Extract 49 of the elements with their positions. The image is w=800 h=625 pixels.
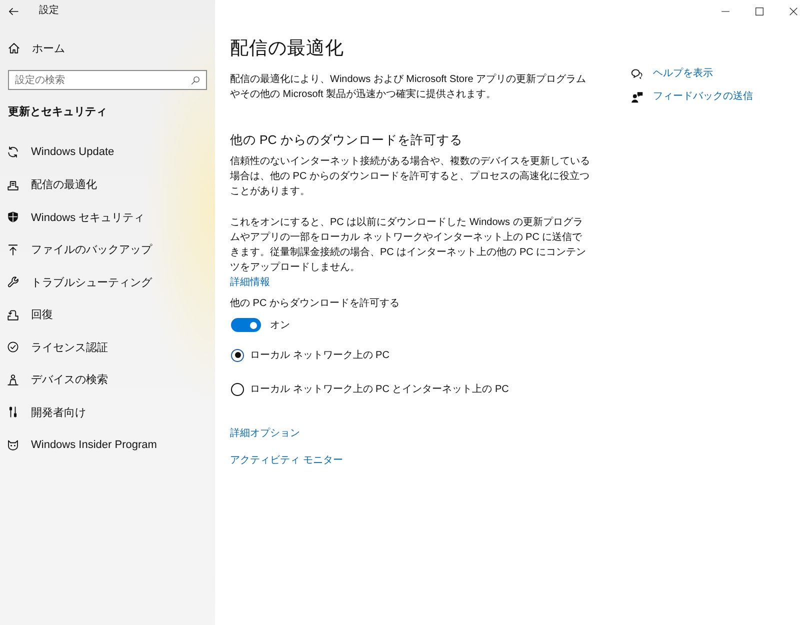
check-circle-icon bbox=[7, 341, 19, 354]
sidebar-item[interactable]: デバイスの検索 bbox=[0, 364, 114, 396]
tray-box-icon bbox=[7, 178, 19, 191]
help-link[interactable]: ヘルプを表示 bbox=[630, 65, 713, 83]
radio-button[interactable] bbox=[231, 382, 244, 396]
sidebar-item[interactable]: ライセンス認証 bbox=[0, 331, 114, 364]
radio-label[interactable]: ローカル ネットワーク上の PC とインターネット上の PC bbox=[250, 382, 509, 396]
toggle-state-label: オン bbox=[270, 318, 290, 332]
search-field[interactable]: 設定の検索 bbox=[8, 70, 207, 90]
person-speech-icon bbox=[631, 91, 643, 103]
section-heading: 更新とセキュリティ bbox=[7, 104, 107, 120]
description-text: 信頼性のないインターネット接続がある場合や、複数のデバイスを更新している場合は、他の PC からのダウンロードを許可すると、プロセスの高速化に役立つことがあります。 bbox=[230, 154, 590, 199]
sidebar-item[interactable]: ファイルのバックアップ bbox=[0, 234, 158, 266]
search-icon bbox=[191, 76, 200, 84]
sidebar-item[interactable]: Windows Insider Program bbox=[0, 428, 163, 461]
toggle-label: 他の PC からダウンロードを許可する bbox=[230, 296, 400, 311]
sidebar-item[interactable]: 配信の最適化 bbox=[0, 168, 103, 201]
description-text: 配信の最適化により、Windows および Microsoft Store アプリの更新プログラムやその他の Microsoft 製品が迅速かつ確実に提供されます。 bbox=[230, 72, 588, 102]
sidebar-item[interactable]: トラブルシューティング bbox=[0, 266, 158, 298]
tray-arrow-icon bbox=[7, 308, 19, 321]
sidebar-item[interactable]: 回復 bbox=[0, 298, 59, 331]
home-icon bbox=[8, 42, 20, 54]
sync-icon bbox=[7, 146, 19, 158]
toggle-switch[interactable] bbox=[231, 318, 261, 332]
feedback-link[interactable]: フィードバックの送信 bbox=[630, 88, 753, 106]
arrow-left-icon bbox=[8, 6, 18, 16]
wrench-icon bbox=[7, 276, 19, 288]
section-title: 他の PC からのダウンロードを許可する bbox=[230, 132, 462, 149]
sidebar-item[interactable]: 開発者向け bbox=[0, 396, 92, 428]
activity-monitor-link[interactable]: アクティビティ モニター bbox=[230, 453, 343, 469]
arrow-up-icon bbox=[7, 244, 19, 256]
sliders-icon bbox=[7, 406, 19, 418]
maximize-icon bbox=[754, 6, 764, 16]
radio-label[interactable]: ローカル ネットワーク上の PC bbox=[250, 348, 390, 362]
sidebar-item[interactable]: Windows セキュリティ bbox=[0, 201, 151, 234]
description-text: これをオンにすると、PC は以前にダウンロードした Windows の更新プログラムやアプリの一部をローカル ネットワークやインターネット上の PC に送信できます。従量制課金接続の場合、PC はインターネット上の他の PC にコンテンツをアップロードしません。 bbox=[230, 216, 588, 275]
advanced-options-link[interactable]: 詳細オプション bbox=[230, 426, 300, 442]
page-title: 配信の最適化 bbox=[230, 36, 344, 60]
sidebar-item[interactable]: Windows Update bbox=[0, 136, 120, 168]
cat-face-icon bbox=[7, 438, 19, 451]
speech-bubbles-icon bbox=[631, 68, 643, 80]
shield-icon bbox=[7, 211, 19, 224]
radio-button[interactable] bbox=[231, 348, 244, 362]
home-link[interactable]: ホーム bbox=[0, 38, 65, 58]
person-icon bbox=[7, 374, 19, 386]
learn-more-link[interactable]: 詳細情報 bbox=[230, 275, 270, 290]
back-button[interactable] bbox=[7, 5, 19, 17]
close-icon bbox=[788, 6, 798, 16]
window-title: 設定 bbox=[39, 4, 59, 18]
